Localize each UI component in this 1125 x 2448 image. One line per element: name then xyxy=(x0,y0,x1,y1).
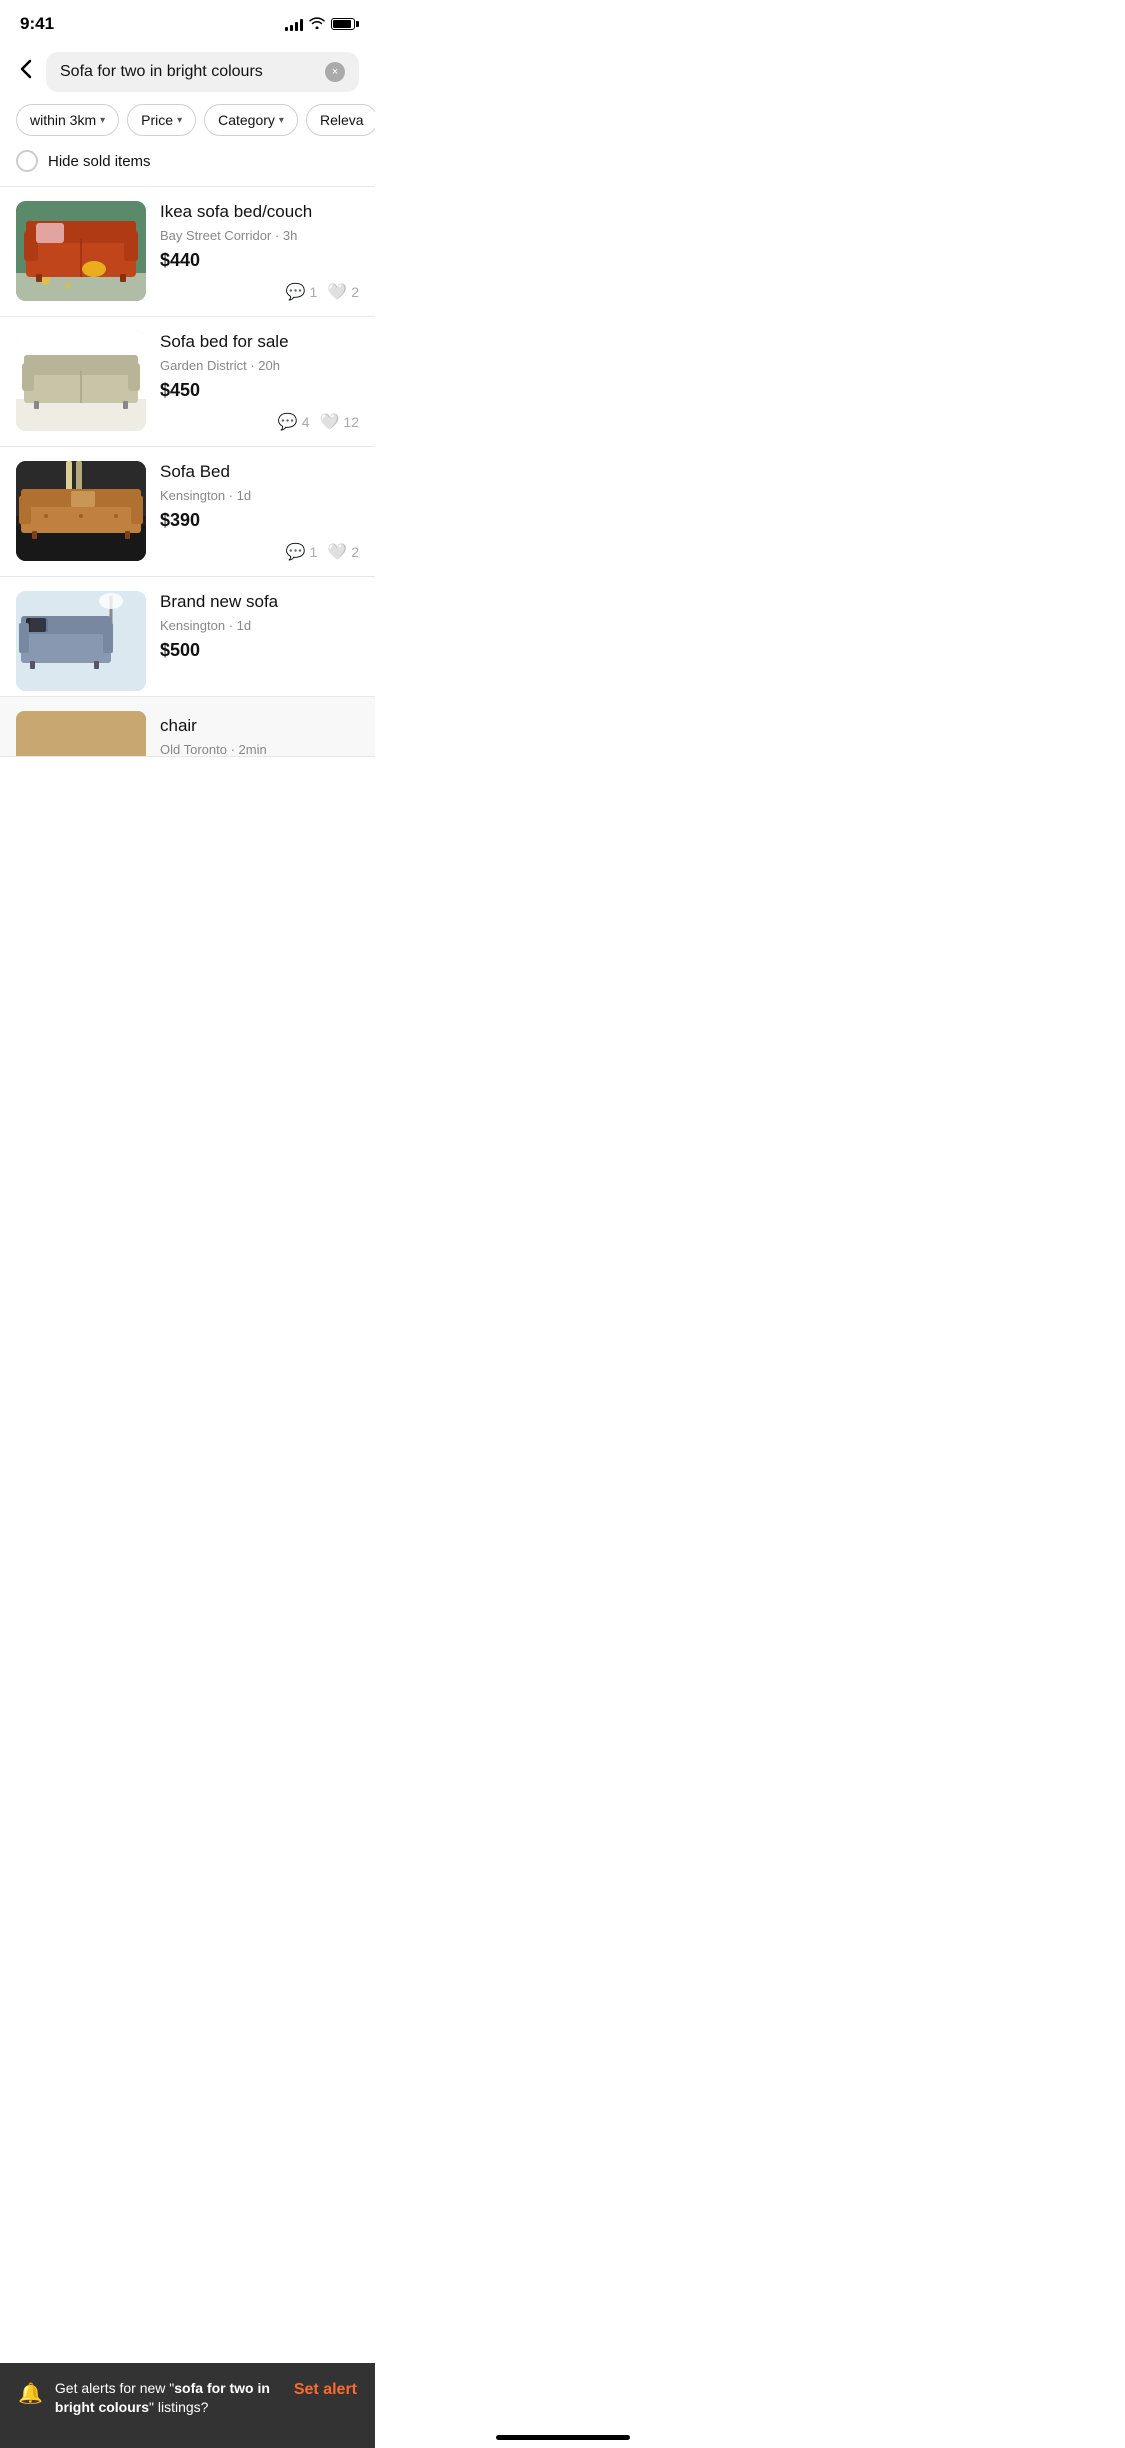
listing-price: $390 xyxy=(160,510,359,531)
chevron-down-icon: ▾ xyxy=(100,115,105,126)
comment-icon: 💬 xyxy=(286,542,306,562)
home-indicator xyxy=(496,2435,630,2440)
listing-price: $440 xyxy=(160,250,359,271)
status-bar: 9:41 xyxy=(0,0,375,44)
back-button[interactable] xyxy=(16,55,36,89)
listing-info: Ikea sofa bed/couch Bay Street Corridor … xyxy=(160,201,359,302)
chevron-down-icon: ▾ xyxy=(279,115,284,126)
listing-meta: Old Toronto · 2min xyxy=(160,742,359,757)
listing-title: chair xyxy=(160,715,359,737)
listing-price: $500 xyxy=(160,640,359,661)
listing-actions: 💬 1 🤍 2 xyxy=(160,282,359,302)
filter-distance[interactable]: within 3km ▾ xyxy=(16,104,119,136)
listing-meta: Kensington · 1d xyxy=(160,488,359,503)
listing-title: Ikea sofa bed/couch xyxy=(160,201,359,223)
signal-icon xyxy=(285,17,303,31)
listing-thumbnail xyxy=(16,461,146,561)
bell-icon: 🔔 xyxy=(18,2381,43,2406)
search-bar[interactable]: Sofa for two in bright colours × xyxy=(46,52,359,92)
heart-icon: 🤍 xyxy=(320,412,340,432)
listing-info: Brand new sofa Kensington · 1d $500 xyxy=(160,591,359,661)
list-item[interactable]: Ikea sofa bed/couch Bay Street Corridor … xyxy=(0,187,375,317)
filter-relevance[interactable]: Releva xyxy=(306,104,375,136)
hide-sold-label: Hide sold items xyxy=(48,153,151,170)
list-item[interactable]: chair Old Toronto · 2min xyxy=(0,697,375,757)
comment-count: 💬 1 xyxy=(286,542,318,562)
chevron-down-icon: ▾ xyxy=(177,115,182,126)
like-count[interactable]: 🤍 12 xyxy=(320,412,360,432)
hide-sold-toggle[interactable] xyxy=(16,150,38,172)
battery-icon xyxy=(331,18,355,30)
like-count[interactable]: 🤍 2 xyxy=(327,542,359,562)
filters-row: within 3km ▾ Price ▾ Category ▾ Releva xyxy=(0,104,375,150)
listing-title: Sofa Bed xyxy=(160,461,359,483)
comment-icon: 💬 xyxy=(286,282,306,302)
alert-content: 🔔 Get alerts for new "sofa for two in br… xyxy=(18,2379,282,2418)
listing-price: $450 xyxy=(160,380,359,401)
listing-actions: 💬 1 🤍 2 xyxy=(160,542,359,562)
list-item[interactable]: Sofa Bed Kensington · 1d $390 💬 1 🤍 2 xyxy=(0,447,375,577)
set-alert-button[interactable]: Set alert xyxy=(294,2379,357,2399)
status-icons xyxy=(285,16,355,32)
listing-info: Sofa Bed Kensington · 1d $390 💬 1 🤍 2 xyxy=(160,461,359,562)
comment-count: 💬 4 xyxy=(278,412,310,432)
clear-search-button[interactable]: × xyxy=(325,62,345,82)
search-input-value: Sofa for two in bright colours xyxy=(60,63,317,81)
listing-info: chair Old Toronto · 2min xyxy=(160,711,359,757)
alert-bar: 🔔 Get alerts for new "sofa for two in br… xyxy=(0,2363,375,2448)
listing-meta: Bay Street Corridor · 3h xyxy=(160,228,359,243)
heart-icon: 🤍 xyxy=(327,282,347,302)
list-item[interactable]: Brand new sofa Kensington · 1d $500 xyxy=(0,577,375,697)
comment-count: 💬 1 xyxy=(286,282,318,302)
comment-icon: 💬 xyxy=(278,412,298,432)
listing-thumbnail xyxy=(16,201,146,301)
search-row: Sofa for two in bright colours × xyxy=(0,44,375,104)
filter-price[interactable]: Price ▾ xyxy=(127,104,196,136)
filter-category[interactable]: Category ▾ xyxy=(204,104,298,136)
heart-icon: 🤍 xyxy=(327,542,347,562)
listing-title: Sofa bed for sale xyxy=(160,331,359,353)
alert-text: Get alerts for new "sofa for two in brig… xyxy=(55,2379,282,2418)
listing-meta: Kensington · 1d xyxy=(160,618,359,633)
wifi-icon xyxy=(309,16,325,32)
listing-actions: 💬 4 🤍 12 xyxy=(160,412,359,432)
listing-thumbnail xyxy=(16,711,146,757)
listing-meta: Garden District · 20h xyxy=(160,358,359,373)
listing-title: Brand new sofa xyxy=(160,591,359,613)
listing-info: Sofa bed for sale Garden District · 20h … xyxy=(160,331,359,432)
status-time: 9:41 xyxy=(20,14,54,34)
hide-sold-row: Hide sold items xyxy=(0,150,375,186)
like-count[interactable]: 🤍 2 xyxy=(327,282,359,302)
listing-thumbnail xyxy=(16,591,146,691)
listing-thumbnail xyxy=(16,331,146,431)
list-item[interactable]: Sofa bed for sale Garden District · 20h … xyxy=(0,317,375,447)
